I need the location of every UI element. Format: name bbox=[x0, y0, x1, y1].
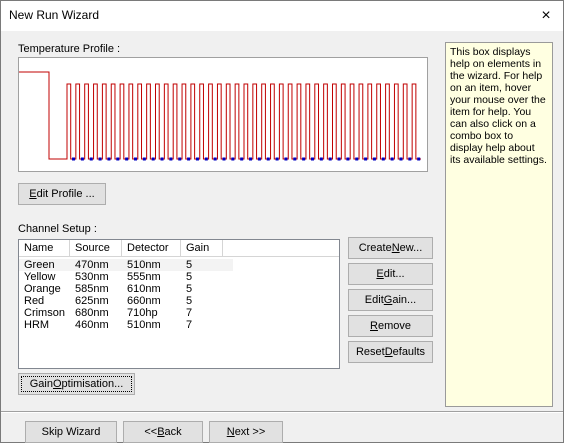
acquisition-marker bbox=[337, 157, 341, 161]
cell-detector: 510nm bbox=[127, 319, 161, 331]
temperature-profile-label: Temperature Profile : bbox=[18, 43, 121, 55]
temperature-profile-line bbox=[19, 71, 421, 160]
window-title: New Run Wizard bbox=[9, 8, 100, 22]
acquisition-marker bbox=[319, 157, 323, 161]
cell-detector: 510nm bbox=[127, 259, 161, 271]
acquisition-marker bbox=[372, 157, 376, 161]
cell-gain: 7 bbox=[186, 307, 193, 319]
acquisition-marker bbox=[408, 157, 412, 161]
acquisition-marker bbox=[284, 157, 288, 161]
skip-wizard-button[interactable]: Skip Wizard bbox=[25, 421, 117, 443]
acquisition-marker bbox=[257, 157, 261, 161]
column-header-gain[interactable]: Gain bbox=[181, 240, 223, 257]
acquisition-marker bbox=[328, 157, 332, 161]
temperature-profile-graph bbox=[18, 57, 428, 172]
acquisition-marker bbox=[293, 157, 297, 161]
table-row[interactable]: Orange 585nm 610nm 5 bbox=[19, 283, 339, 295]
cell-source: 460nm bbox=[75, 319, 109, 331]
acquisition-marker bbox=[98, 157, 102, 161]
channel-table-header: Name Source Detector Gain bbox=[19, 240, 339, 257]
cell-source: 470nm bbox=[75, 259, 109, 271]
cell-name: HRM bbox=[24, 319, 50, 331]
column-header-name[interactable]: Name bbox=[19, 240, 70, 257]
acquisition-marker bbox=[178, 157, 182, 161]
acquisition-marker bbox=[72, 157, 76, 161]
cell-name: Crimson bbox=[24, 307, 65, 319]
acquisition-marker bbox=[231, 157, 235, 161]
cell-name: Red bbox=[24, 295, 45, 307]
cell-detector: 555nm bbox=[127, 271, 161, 283]
acquisition-marker bbox=[275, 157, 279, 161]
cell-detector: 660nm bbox=[127, 295, 161, 307]
edit-profile-button[interactable]: Edit Profile ... bbox=[18, 183, 106, 205]
acquisition-marker bbox=[364, 157, 368, 161]
gain-optimisation-button[interactable]: Gain Optimisation... bbox=[18, 373, 135, 395]
acquisition-marker bbox=[125, 157, 129, 161]
help-box: This box displays help on elements in th… bbox=[445, 42, 553, 407]
cell-gain: 5 bbox=[186, 283, 193, 295]
temperature-profile-plot bbox=[19, 71, 421, 161]
acquisition-marker bbox=[195, 157, 199, 161]
create-new-button[interactable]: Create New... bbox=[348, 237, 433, 259]
help-text: This box displays help on elements in th… bbox=[450, 46, 547, 166]
cell-gain: 7 bbox=[186, 319, 193, 331]
remove-button[interactable]: Remove bbox=[348, 315, 433, 337]
acquisition-marker bbox=[160, 157, 164, 161]
back-button[interactable]: << Back bbox=[123, 421, 203, 443]
next-button[interactable]: Next >> bbox=[209, 421, 283, 443]
cell-source: 585nm bbox=[75, 283, 109, 295]
cell-name: Orange bbox=[24, 283, 61, 295]
acquisition-marker bbox=[133, 157, 137, 161]
acquisition-marker bbox=[151, 157, 155, 161]
acquisition-marker bbox=[116, 157, 120, 161]
acquisition-marker bbox=[142, 157, 146, 161]
close-button[interactable]: × bbox=[529, 1, 563, 31]
acquisition-marker bbox=[169, 157, 173, 161]
acquisition-marker bbox=[249, 157, 253, 161]
channel-table[interactable]: Name Source Detector Gain Green 470nm 51… bbox=[18, 239, 340, 369]
cell-name: Green bbox=[24, 259, 55, 271]
cell-source: 625nm bbox=[75, 295, 109, 307]
column-header-detector[interactable]: Detector bbox=[122, 240, 181, 257]
close-icon: × bbox=[541, 7, 551, 24]
table-row[interactable]: Crimson 680nm 710hp 7 bbox=[19, 307, 339, 319]
cell-gain: 5 bbox=[186, 259, 193, 271]
acquisition-marker bbox=[399, 157, 403, 161]
table-row[interactable]: HRM 460nm 510nm 7 bbox=[19, 319, 339, 331]
acquisition-marker bbox=[310, 157, 314, 161]
reset-defaults-button[interactable]: Reset Defaults bbox=[348, 341, 433, 363]
cell-detector: 610nm bbox=[127, 283, 161, 295]
acquisition-marker bbox=[204, 157, 208, 161]
table-row[interactable]: Red 625nm 660nm 5 bbox=[19, 295, 339, 307]
acquisition-marker bbox=[417, 157, 421, 161]
channel-setup-label: Channel Setup : bbox=[18, 223, 97, 235]
cell-detector: 710hp bbox=[127, 307, 158, 319]
acquisition-marker bbox=[222, 157, 226, 161]
new-run-wizard-dialog: New Run Wizard × Temperature Profile : E… bbox=[0, 0, 564, 443]
acquisition-marker bbox=[390, 157, 394, 161]
acquisition-marker bbox=[302, 157, 306, 161]
acquisition-marker bbox=[187, 157, 191, 161]
cell-source: 530nm bbox=[75, 271, 109, 283]
table-row[interactable]: Green 470nm 510nm 5 bbox=[19, 259, 233, 271]
cell-gain: 5 bbox=[186, 295, 193, 307]
acquisition-marker bbox=[381, 157, 385, 161]
title-bar: New Run Wizard × bbox=[1, 1, 563, 31]
cell-name: Yellow bbox=[24, 271, 56, 283]
cell-gain: 5 bbox=[186, 271, 193, 283]
edit-button[interactable]: Edit... bbox=[348, 263, 433, 285]
acquisition-marker bbox=[346, 157, 350, 161]
acquisition-marker bbox=[266, 157, 270, 161]
acquisition-marker bbox=[107, 157, 111, 161]
acquisition-marker bbox=[355, 157, 359, 161]
column-header-source[interactable]: Source bbox=[70, 240, 122, 257]
acquisition-marker bbox=[80, 157, 84, 161]
cell-source: 680nm bbox=[75, 307, 109, 319]
acquisition-marker bbox=[240, 157, 244, 161]
footer-divider bbox=[1, 411, 563, 413]
edit-gain-button[interactable]: Edit Gain... bbox=[348, 289, 433, 311]
acquisition-marker bbox=[213, 157, 217, 161]
table-row[interactable]: Yellow 530nm 555nm 5 bbox=[19, 271, 339, 283]
acquisition-marker bbox=[89, 157, 93, 161]
